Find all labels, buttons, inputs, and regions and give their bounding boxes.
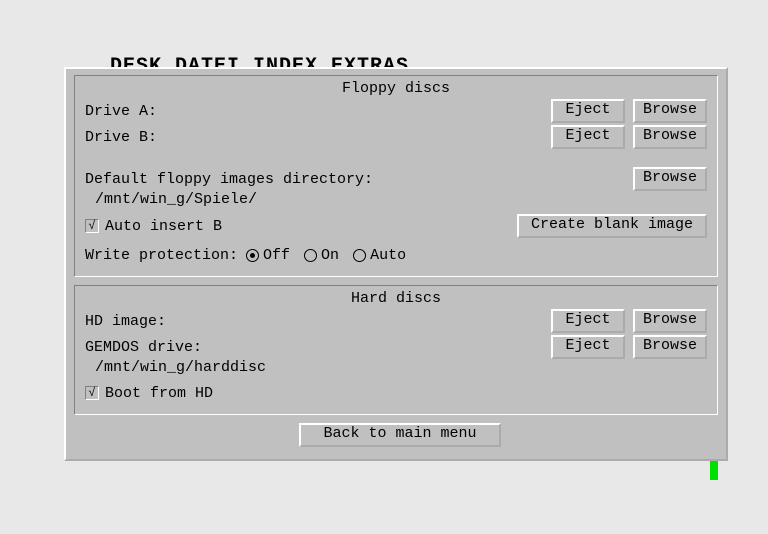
- hd-image-eject-button[interactable]: Eject: [551, 309, 625, 333]
- hard-group: Hard discs HD image: Eject Browse GEMDOS…: [74, 285, 718, 415]
- gemdos-eject-button[interactable]: Eject: [551, 335, 625, 359]
- drive-a-browse-button[interactable]: Browse: [633, 99, 707, 123]
- drive-b-eject-button[interactable]: Eject: [551, 125, 625, 149]
- gemdos-label: GEMDOS drive:: [85, 339, 202, 356]
- floppy-title: Floppy discs: [85, 80, 707, 97]
- drive-a-row: Drive A: Eject Browse: [85, 99, 707, 123]
- wp-off-label: Off: [263, 247, 290, 264]
- back-to-main-menu-button[interactable]: Back to main menu: [299, 423, 501, 447]
- radio-icon: [246, 249, 259, 262]
- drive-a-label: Drive A:: [85, 103, 157, 120]
- boot-from-hd-label: Boot from HD: [105, 385, 213, 402]
- gemdos-browse-button[interactable]: Browse: [633, 335, 707, 359]
- auto-insert-b-checkbox[interactable]: √ Auto insert B: [85, 218, 222, 235]
- hard-title: Hard discs: [85, 290, 707, 307]
- wp-on-label: On: [321, 247, 339, 264]
- write-protection-off-radio[interactable]: Off: [246, 247, 290, 264]
- floppy-group: Floppy discs Drive A: Eject Browse Drive…: [74, 75, 718, 277]
- drive-b-row: Drive B: Eject Browse: [85, 125, 707, 149]
- gemdos-row: GEMDOS drive: Eject Browse: [85, 335, 707, 359]
- radio-icon: [353, 249, 366, 262]
- default-dir-label: Default floppy images directory:: [85, 171, 373, 188]
- default-dir-path: /mnt/win_g/Spiele/: [95, 191, 707, 208]
- default-dir-browse-button[interactable]: Browse: [633, 167, 707, 191]
- wp-auto-label: Auto: [370, 247, 406, 264]
- drive-a-eject-button[interactable]: Eject: [551, 99, 625, 123]
- discs-dialog: Floppy discs Drive A: Eject Browse Drive…: [64, 67, 728, 461]
- write-protection-on-radio[interactable]: On: [304, 247, 339, 264]
- drive-b-browse-button[interactable]: Browse: [633, 125, 707, 149]
- checkbox-mark-icon: √: [85, 219, 99, 233]
- radio-icon: [304, 249, 317, 262]
- hd-image-label: HD image:: [85, 313, 166, 330]
- auto-insert-b-label: Auto insert B: [105, 218, 222, 235]
- gemdos-path: /mnt/win_g/harddisc: [95, 359, 707, 376]
- hd-image-browse-button[interactable]: Browse: [633, 309, 707, 333]
- default-dir-row: Default floppy images directory: Browse: [85, 167, 707, 191]
- write-protection-auto-radio[interactable]: Auto: [353, 247, 406, 264]
- checkbox-mark-icon: √: [85, 386, 99, 400]
- create-blank-image-button[interactable]: Create blank image: [517, 214, 707, 238]
- boot-from-hd-checkbox[interactable]: √ Boot from HD: [85, 385, 213, 402]
- hd-image-row: HD image: Eject Browse: [85, 309, 707, 333]
- write-protection-label: Write protection:: [85, 247, 238, 264]
- drive-b-label: Drive B:: [85, 129, 157, 146]
